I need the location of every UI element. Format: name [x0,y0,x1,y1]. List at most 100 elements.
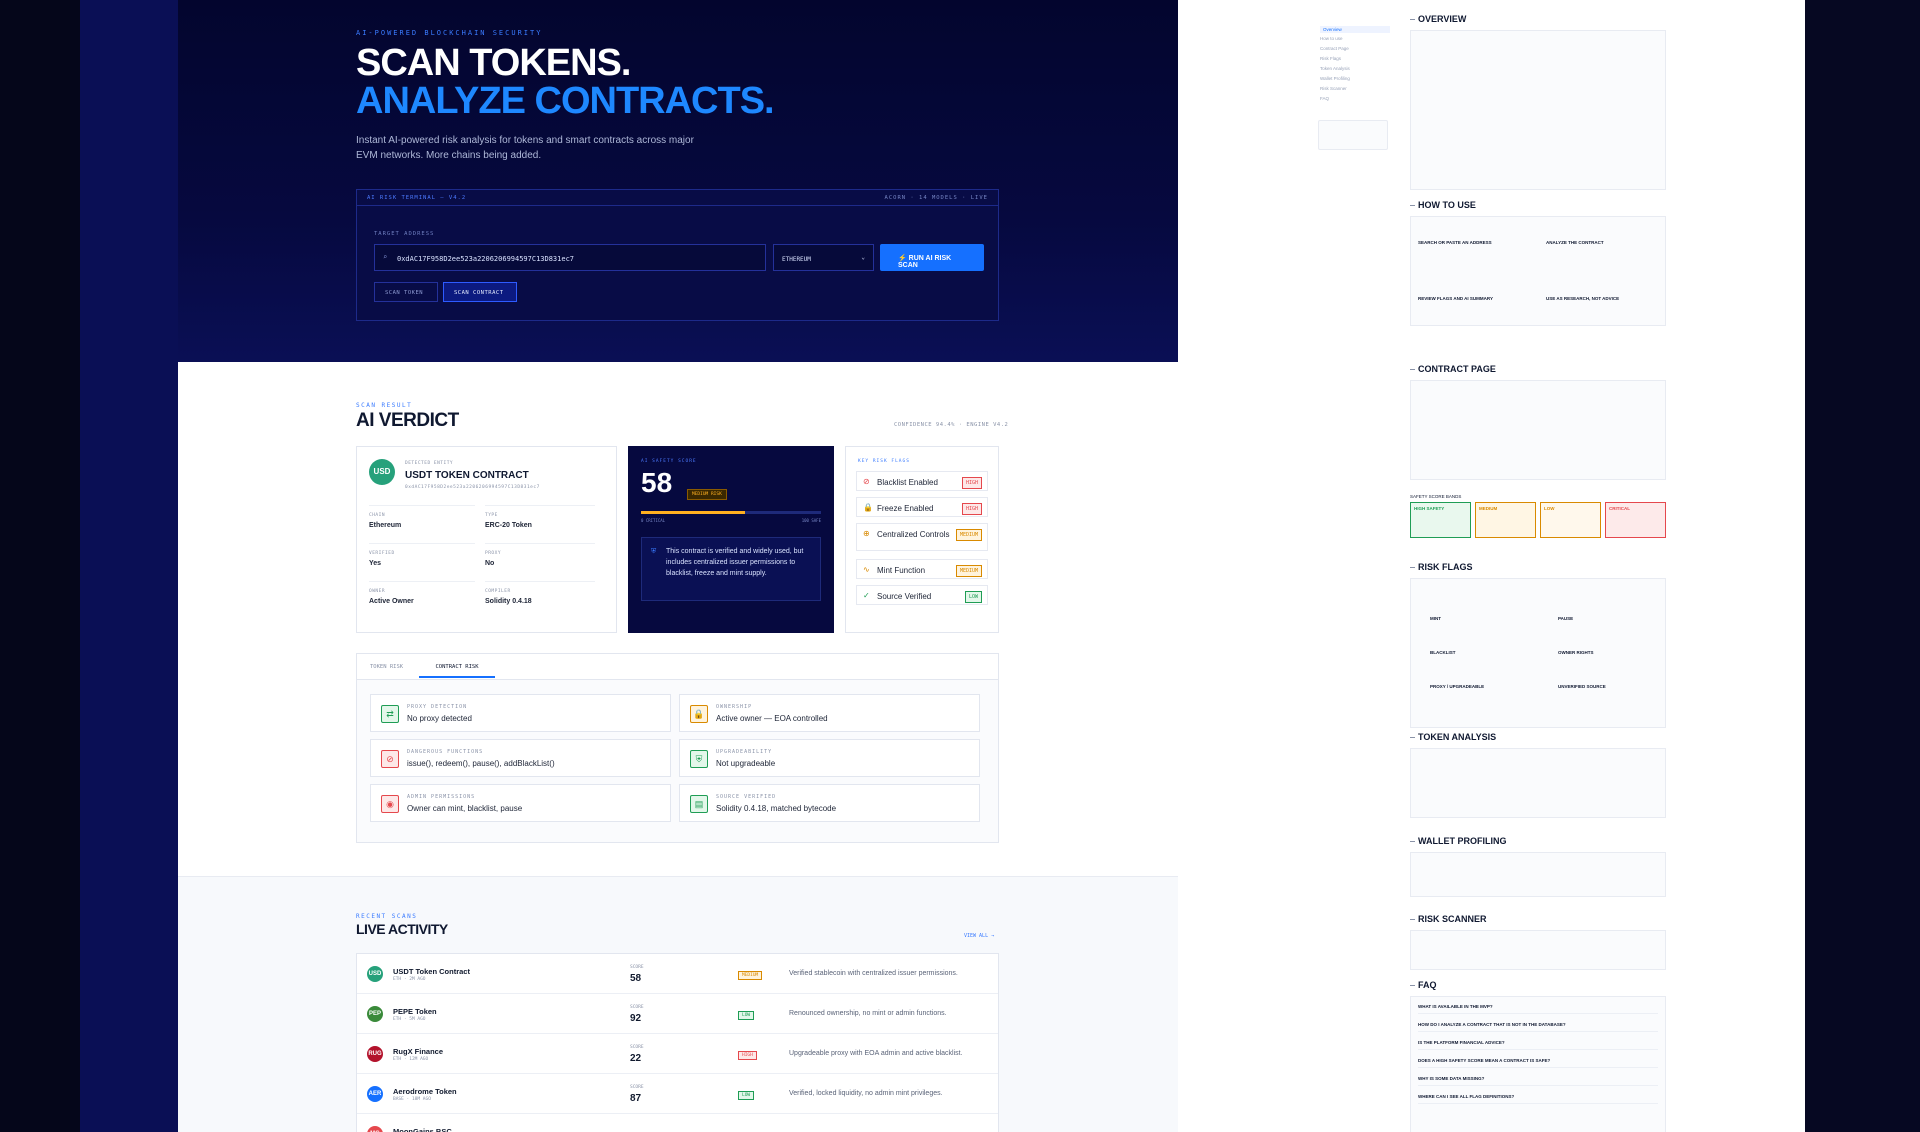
token-meta: BASE · 18M AGO [393,1097,431,1102]
risk-panel: TOKEN RISK CONTRACT RISK ⇄ PROXY DETECTIO… [356,653,999,843]
docs-nav-item[interactable]: How to use [1320,36,1343,41]
docs-section-title: RISK FLAGS [1410,562,1473,572]
entity-field-value: Yes [369,560,382,567]
activity-table: USD USDT Token Contract ETH · 2M AGO SCORE 5… [356,953,999,1132]
activity-row[interactable]: USD USDT Token Contract ETH · 2M AGO SCORE 5… [357,954,998,994]
flag-badge: HIGH [961,503,982,515]
verdict-title: AI VERDICT [356,410,459,431]
entity-field-value: ERC-20 Token [485,522,532,529]
risk-item: ⛨ UPGRADEABILITY Not upgradeable [679,739,980,777]
risk-item-key: SOURCE VERIFIED [716,794,777,800]
safety-band: HIGH SAFETY [1410,502,1471,538]
faq-item[interactable]: IS THE PLATFORM FINANCIAL ADVICE? [1418,1040,1658,1050]
risk-item-value: Active owner — EOA controlled [716,714,828,723]
docs-nav-item[interactable]: Overview [1320,26,1390,33]
flag-badge: HIGH [961,477,982,489]
risk-item-value: Owner can mint, blacklist, pause [407,804,523,813]
how-to-step: USE AS RESEARCH, NOT ADVICE [1546,296,1620,301]
faq-item[interactable]: WHY IS SOME DATA MISSING? [1418,1076,1658,1086]
entity-field-key: CHAIN [369,513,386,518]
score-label: SCORE [630,1045,644,1050]
risk-item-icon: ▤ [690,795,708,813]
activity-row[interactable]: RUG RugX Finance ETH · 12M AGO SCORE 22 HIGH U… [357,1034,998,1074]
risk-item-value: Not upgradeable [716,759,776,768]
score-fill [641,511,746,514]
score-label: SCORE [630,1005,644,1010]
entity-name: USDT TOKEN CONTRACT [405,470,529,481]
risk-badge: MEDIUM [738,971,763,980]
safety-band: MEDIUM [1475,502,1536,538]
risk-flag: ⊘ Blacklist Enabled HIGH [856,471,988,491]
activity-row[interactable]: PEP PEPE Token ETH · 5M AGO SCORE 92 LOW Renou… [357,994,998,1034]
token-avatar: USD [367,966,383,982]
scan-description: Renounced ownership, no mint or admin fu… [789,1010,947,1017]
token-meta: ETH · 12M AGO [393,1057,429,1062]
docs-section-body [1410,930,1666,970]
faq-item[interactable]: DOES A HIGH SAFETY SCORE MEAN A CONTRACT… [1418,1058,1658,1068]
tab-contract-risk[interactable]: CONTRACT RISK [419,664,495,678]
docs-section-title: RISK SCANNER [1410,914,1487,924]
entity-field-divider [485,543,595,544]
activity-title: LIVE ACTIVITY [356,921,448,937]
docs-flag-item: PROXY / UPGRADEABLE [1430,684,1485,689]
tab-token-risk[interactable]: TOKEN RISK [370,664,403,670]
scan-description: Verified stablecoin with centralized iss… [789,970,958,977]
flag-badge: MEDIUM [955,565,982,577]
risk-item: ⇄ PROXY DETECTION No proxy detected [370,694,671,732]
score-value: 58 [630,973,642,984]
risk-item-value: No proxy detected [407,714,472,723]
faq-item[interactable]: HOW DO I ANALYZE A CONTRACT THAT IS NOT … [1418,1022,1658,1032]
docs-nav-item[interactable]: FAQ [1320,96,1329,101]
flag-icon: 🔒 [863,503,873,512]
entity-field-value: Solidity 0.4.18 [485,598,532,605]
score-value: 22 [630,1053,642,1064]
docs-flag-item: MINT [1430,616,1441,621]
risk-flag: 🔒 Freeze Enabled HIGH [856,497,988,517]
flag-name: Freeze Enabled [877,504,934,513]
score-label: AI SAFETY SCORE [641,459,697,464]
token-avatar: AER [367,1086,383,1102]
entity-field-key: OWNER [369,589,386,594]
how-to-step: ANALYZE THE CONTRACT [1546,240,1604,245]
docs-nav-item[interactable]: Contract Page [1320,46,1349,51]
risk-item-value: Solidity 0.4.18, matched bytecode [716,804,837,813]
flag-badge: LOW [964,591,982,603]
chain-select[interactable]: ETHEREUM ⌄ [773,244,874,271]
entity-field-value: Active Owner [369,598,414,605]
address-input[interactable]: ⌕ 0xdAC17F958D2ee523a2206206994597C13D831… [374,244,766,271]
scan-token-tab[interactable]: SCAN TOKEN [374,282,438,302]
terminal-status: ACORN · 14 MODELS · LIVE [884,195,988,201]
bolt-icon: ⚡ [898,255,909,262]
token-name: RugX Finance [393,1047,444,1056]
entity-field-value: Ethereum [369,522,402,529]
docs-nav-item[interactable]: Risk Flags [1320,56,1341,61]
docs-nav-item[interactable]: Wallet Profiling [1320,76,1350,81]
risk-item-value: issue(), redeem(), pause(), addBlackList… [407,759,555,768]
docs-nav-item[interactable]: Token Analysis [1320,66,1350,71]
activity-row[interactable]: AER Aerodrome Token BASE · 18M AGO SCORE 87 L… [357,1074,998,1114]
entity-field-divider [369,543,475,544]
docs-nav: Overview How to use Contract Page Risk Flag… [1312,16,1390,176]
activity-row[interactable]: MG MoonGains BSC [357,1114,998,1132]
token-avatar: PEP [367,1006,383,1022]
scan-contract-tab[interactable]: SCAN CONTRACT [443,282,517,302]
entity-card: USD DETECTED ENTITY USDT TOKEN CONTRACT … [356,446,617,633]
score-badge: MEDIUM RISK [687,489,727,500]
run-scan-button[interactable]: ⚡ RUN AI RISK SCAN [880,244,984,271]
entity-field-key: COMPILER [485,589,511,594]
entity-label: DETECTED ENTITY [405,461,454,466]
risk-item-icon: ⇄ [381,705,399,723]
token-meta: ETH · 2M AGO [393,977,426,982]
docs-nav-item[interactable]: Risk Scanner [1320,86,1347,91]
score-max-label: 100 SAFE [801,518,821,523]
score-track [641,511,821,514]
faq-item[interactable]: WHERE CAN I SEE ALL FLAG DEFINITIONS? [1418,1094,1658,1104]
docs-section-body [1410,380,1666,480]
view-all-link[interactable]: VIEW ALL → [964,933,994,939]
faq-item[interactable]: WHAT IS AVAILABLE IN THE MVP? [1418,1004,1658,1014]
score-summary: ⛨ This contract is verified and widely us… [641,537,821,601]
entity-field-divider [369,505,475,506]
scan-description: Verified, locked liquidity, no admin min… [789,1090,943,1097]
token-name: MoonGains BSC [393,1127,452,1132]
risk-item-icon: ◉ [381,795,399,813]
